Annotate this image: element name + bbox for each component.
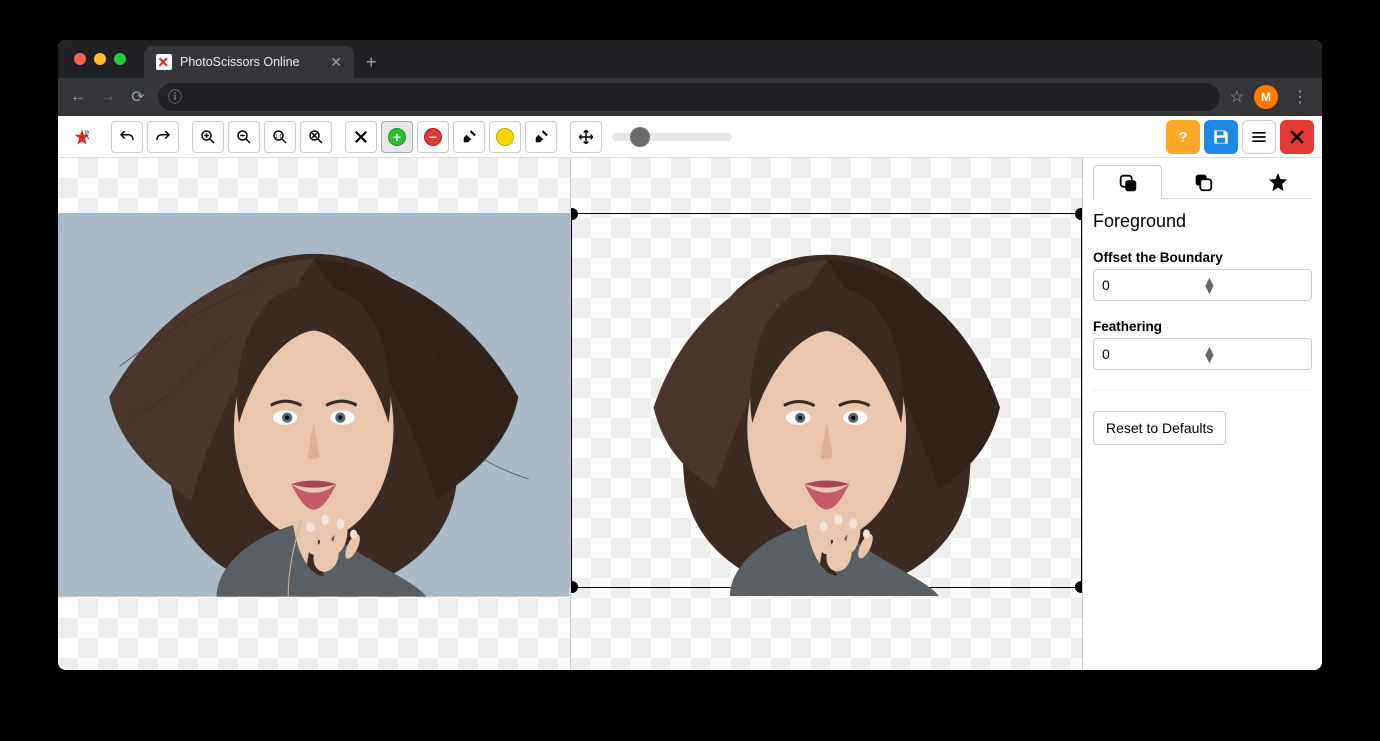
side-tab-foreground[interactable] [1093, 165, 1162, 199]
side-tab-favorites[interactable] [1243, 164, 1312, 198]
zoom-in-button[interactable] [192, 121, 224, 153]
tab-title: PhotoScissors Online [180, 55, 300, 69]
crop-handle-br[interactable] [1075, 581, 1082, 593]
menu-button[interactable] [1242, 120, 1276, 154]
mark-foreground-button[interactable]: + [381, 121, 413, 153]
side-panel: Foreground Offset the Boundary 0 ▲▼ Feat… [1082, 158, 1322, 670]
move-button[interactable] [570, 121, 602, 153]
layers-filled-icon [1117, 172, 1139, 194]
erase-foreground-button[interactable] [453, 121, 485, 153]
erase-hair-button[interactable] [525, 121, 557, 153]
canvas-area [58, 158, 1082, 670]
mark-background-button[interactable]: − [417, 121, 449, 153]
site-info-icon[interactable]: ⓘ [168, 87, 182, 107]
svg-text:1:1: 1:1 [275, 133, 282, 139]
crop-rectangle[interactable] [571, 213, 1083, 588]
result-portrait-illustration [572, 214, 1082, 596]
window-controls [68, 40, 134, 78]
side-tabs [1093, 164, 1312, 199]
zoom-actual-button[interactable]: 1:1 [264, 121, 296, 153]
feather-label: Feathering [1093, 319, 1312, 334]
zoom-out-button[interactable] [228, 121, 260, 153]
save-button[interactable] [1204, 120, 1238, 154]
help-button[interactable]: ? [1166, 120, 1200, 154]
favicon-icon [156, 54, 172, 70]
crop-handle-tr[interactable] [1075, 208, 1082, 220]
result-pane[interactable] [571, 158, 1083, 670]
profile-avatar[interactable]: M [1254, 85, 1278, 109]
close-window-icon[interactable] [74, 53, 86, 65]
zoom-fit-button[interactable] [300, 121, 332, 153]
close-app-button[interactable] [1280, 120, 1314, 154]
url-input[interactable]: ⓘ [158, 83, 1220, 111]
avatar-initial: M [1261, 90, 1271, 104]
offset-stepper[interactable]: 0 ▲▼ [1093, 269, 1312, 301]
app-root: 1:1 + − ? [58, 116, 1322, 670]
layers-outline-icon [1192, 171, 1214, 193]
forward-icon: → [98, 88, 118, 106]
star-icon [1267, 171, 1289, 193]
svg-text:?: ? [1178, 129, 1187, 146]
clear-marks-button[interactable] [345, 121, 377, 153]
browser-menu-icon[interactable]: ⋮ [1288, 87, 1312, 107]
stepper-arrows-icon[interactable]: ▲▼ [1203, 277, 1304, 293]
feather-value: 0 [1102, 346, 1203, 362]
app-toolbar: 1:1 + − ? [58, 116, 1322, 158]
app-logo-icon [66, 121, 98, 153]
reload-icon[interactable]: ⟳ [128, 87, 148, 107]
browser-window: PhotoScissors Online ✕ + ← → ⟳ ⓘ ☆ M ⋮ 1… [58, 40, 1322, 670]
browser-tabbar: PhotoScissors Online ✕ + [58, 40, 1322, 78]
side-tab-background[interactable] [1168, 164, 1237, 198]
browser-tab[interactable]: PhotoScissors Online ✕ [144, 46, 354, 78]
close-tab-icon[interactable]: ✕ [330, 54, 342, 71]
stepper-arrows-icon[interactable]: ▲▼ [1203, 346, 1304, 362]
original-image [58, 213, 570, 588]
redo-button[interactable] [147, 121, 179, 153]
minimize-window-icon[interactable] [94, 53, 106, 65]
original-pane[interactable] [58, 158, 571, 670]
maximize-window-icon[interactable] [114, 53, 126, 65]
offset-value: 0 [1102, 277, 1203, 293]
reset-defaults-button[interactable]: Reset to Defaults [1093, 411, 1226, 445]
brush-size-slider[interactable] [612, 133, 732, 141]
slider-knob[interactable] [630, 127, 650, 147]
feather-field: Feathering 0 ▲▼ [1093, 311, 1312, 370]
new-tab-button[interactable]: + [354, 46, 389, 78]
divider [1093, 390, 1312, 391]
feather-stepper[interactable]: 0 ▲▼ [1093, 338, 1312, 370]
mark-hair-button[interactable] [489, 121, 521, 153]
offset-field: Offset the Boundary 0 ▲▼ [1093, 242, 1312, 301]
portrait-illustration [58, 213, 570, 597]
bookmark-icon[interactable]: ☆ [1230, 87, 1244, 107]
app-content: Foreground Offset the Boundary 0 ▲▼ Feat… [58, 158, 1322, 670]
back-icon[interactable]: ← [68, 88, 88, 106]
panel-heading: Foreground [1093, 211, 1312, 232]
browser-address-bar: ← → ⟳ ⓘ ☆ M ⋮ [58, 78, 1322, 116]
undo-button[interactable] [111, 121, 143, 153]
offset-label: Offset the Boundary [1093, 250, 1312, 265]
